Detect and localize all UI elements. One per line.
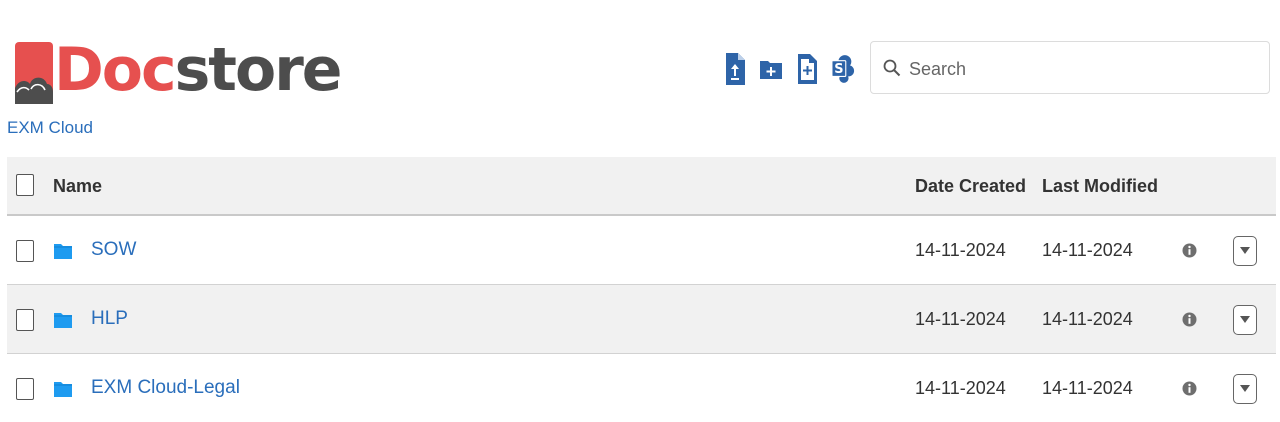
sharepoint-icon: S — [831, 55, 855, 83]
breadcrumb-exm-cloud[interactable]: EXM Cloud — [7, 118, 93, 138]
folder-name-link[interactable]: EXM Cloud-Legal — [91, 377, 240, 399]
date-created: 14-11-2024 — [915, 240, 1006, 260]
table-header: Name Date Created Last Modified — [7, 157, 1276, 216]
cloud-logo-icon — [15, 42, 53, 104]
new-document-button[interactable] — [795, 52, 819, 86]
last-modified: 14-11-2024 — [1042, 240, 1133, 260]
brand-wordmark: Docstore — [54, 35, 342, 105]
search-icon — [883, 59, 901, 77]
date-created: 14-11-2024 — [915, 378, 1006, 398]
sharepoint-button[interactable]: S — [831, 52, 855, 86]
folder-icon — [54, 313, 72, 328]
row-checkbox[interactable] — [16, 240, 34, 262]
last-modified: 14-11-2024 — [1042, 378, 1133, 398]
search-box — [870, 41, 1270, 94]
upload-file-icon — [726, 53, 745, 85]
date-created: 14-11-2024 — [915, 309, 1006, 329]
caret-down-icon — [1240, 247, 1250, 254]
search-input[interactable] — [907, 54, 1261, 84]
info-icon[interactable] — [1182, 312, 1197, 327]
last-modified: 14-11-2024 — [1042, 309, 1133, 329]
info-icon[interactable] — [1182, 381, 1197, 396]
info-icon[interactable] — [1182, 243, 1197, 258]
toolbar: S — [723, 51, 855, 87]
row-actions-dropdown[interactable] — [1233, 236, 1257, 266]
row-checkbox[interactable] — [16, 378, 34, 400]
select-all-checkbox[interactable] — [16, 174, 34, 196]
column-header-date-created[interactable]: Date Created — [915, 176, 1026, 197]
table-row: EXM Cloud-Legal 14-11-2024 14-11-2024 — [7, 354, 1276, 422]
caret-down-icon — [1240, 385, 1250, 392]
docstore-logo: Docstore — [15, 36, 342, 106]
caret-down-icon — [1240, 316, 1250, 323]
row-actions-dropdown[interactable] — [1233, 374, 1257, 404]
folder-name-link[interactable]: SOW — [91, 239, 136, 261]
row-actions-dropdown[interactable] — [1233, 305, 1257, 335]
folder-icon — [54, 244, 72, 259]
folder-icon — [54, 382, 72, 397]
table-row: HLP 14-11-2024 14-11-2024 — [7, 285, 1276, 354]
new-folder-icon — [760, 61, 782, 79]
column-header-name[interactable]: Name — [53, 176, 102, 197]
row-checkbox[interactable] — [16, 309, 34, 331]
new-folder-button[interactable] — [759, 52, 783, 86]
folder-name-link[interactable]: HLP — [91, 308, 128, 330]
column-header-last-modified[interactable]: Last Modified — [1042, 176, 1158, 197]
documents-table: Name Date Created Last Modified SOW 14-1… — [7, 157, 1276, 422]
table-row: SOW 14-11-2024 14-11-2024 — [7, 216, 1276, 285]
svg-text:S: S — [834, 62, 843, 77]
upload-file-button[interactable] — [723, 52, 747, 86]
new-document-icon — [798, 54, 817, 84]
